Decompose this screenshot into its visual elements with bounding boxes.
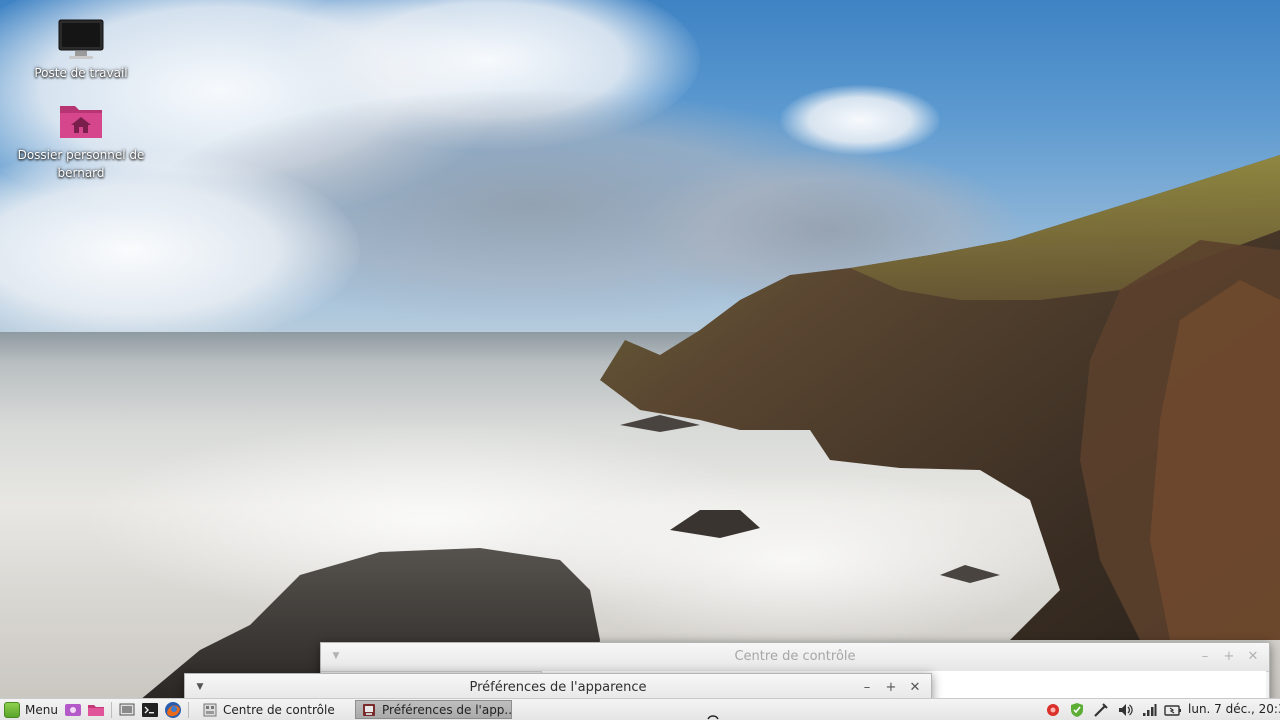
desktop-icon-home-folder[interactable]: Dossier personnel de bernard	[16, 100, 146, 182]
close-button[interactable]: ✕	[1245, 649, 1261, 665]
maximize-button[interactable]: +	[883, 680, 899, 696]
wallpaper-cliffs	[140, 155, 1280, 700]
minimize-button[interactable]: –	[1197, 649, 1213, 665]
desktop-icon-computer[interactable]: Poste de travail	[16, 18, 146, 82]
firefox-icon[interactable]	[164, 701, 182, 719]
menu-button[interactable]: Menu	[4, 700, 58, 720]
panel-separator	[111, 702, 112, 718]
network-tool-icon[interactable]	[1092, 701, 1110, 719]
desktop-icon-label: Dossier personnel de bernard	[17, 148, 145, 180]
task-appearance-preferences[interactable]: Préférences de l'app...	[355, 700, 512, 719]
update-shield-icon[interactable]	[1068, 701, 1086, 719]
bottom-panel: Menu Centre de contrôle Préférences de l…	[0, 698, 1280, 720]
control-center-titlebar[interactable]: ▼ Centre de contrôle – + ✕	[321, 643, 1269, 672]
panel-clock[interactable]: lun. 7 déc., 20:32	[1188, 699, 1280, 720]
computer-icon	[58, 19, 104, 59]
window-title: Centre de contrôle	[734, 649, 856, 664]
task-label: Centre de contrôle	[223, 702, 335, 717]
minimize-button[interactable]: –	[859, 680, 875, 696]
mintinstall-icon[interactable]	[64, 701, 82, 719]
menu-label: Menu	[25, 703, 58, 717]
terminal-icon[interactable]	[141, 701, 159, 719]
control-center-icon	[203, 703, 217, 716]
desktop-icon-label: Poste de travail	[34, 66, 128, 80]
maximize-button[interactable]: +	[1221, 649, 1237, 665]
home-folder-icon	[60, 106, 102, 138]
close-button[interactable]: ✕	[907, 680, 923, 696]
volume-icon[interactable]	[1116, 701, 1134, 719]
mouse-cursor-icon	[707, 715, 719, 720]
task-control-center[interactable]: Centre de contrôle	[196, 700, 352, 719]
desktop: Poste de travail Dossier personnel de be…	[0, 0, 1280, 720]
wallpaper	[0, 0, 1280, 720]
show-desktop-icon[interactable]	[118, 701, 136, 719]
appearance-icon	[363, 703, 375, 716]
panel-separator	[188, 702, 189, 718]
file-manager-icon[interactable]	[87, 701, 105, 719]
signal-icon[interactable]	[1140, 701, 1158, 719]
mint-logo-icon	[4, 702, 20, 718]
battery-icon[interactable]	[1164, 701, 1182, 719]
record-icon[interactable]	[1044, 701, 1062, 719]
task-label: Préférences de l'app...	[382, 702, 512, 717]
